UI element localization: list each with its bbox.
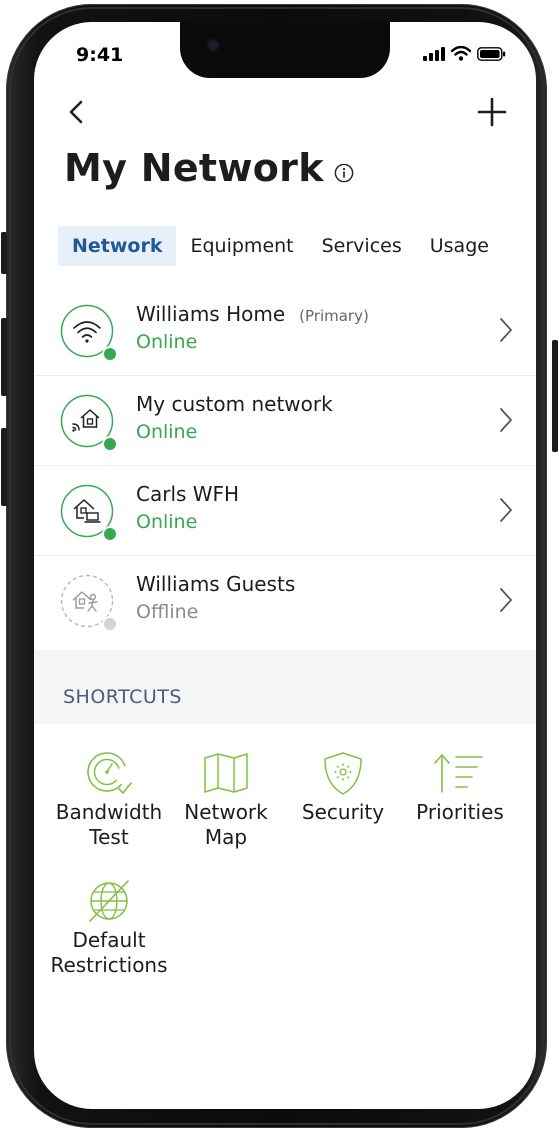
network-item-williams-home[interactable]: Williams Home (Primary) Online — [34, 286, 536, 376]
network-status: Online — [136, 421, 198, 443]
tab-bar: Network Equipment Services Usage — [58, 226, 503, 266]
back-button[interactable] — [64, 94, 90, 130]
shortcut-bandwidth-test[interactable]: Bandwidth Test — [47, 750, 171, 850]
network-status: Online — [136, 511, 198, 533]
shortcut-label-line2: Restrictions — [50, 953, 168, 977]
shortcuts-header: SHORTCUTS — [34, 650, 536, 724]
page-title: My Network — [64, 146, 324, 190]
shortcut-label: Default Restrictions — [47, 928, 171, 978]
side-button — [552, 340, 558, 452]
page-title-row: My Network — [64, 146, 354, 190]
camera — [208, 40, 218, 50]
shortcut-default-restrictions[interactable]: Default Restrictions — [47, 878, 171, 978]
shortcut-label-line1: Bandwidth — [55, 800, 163, 824]
tab-usage[interactable]: Usage — [416, 226, 503, 266]
network-item-carls-wfh[interactable]: Carls WFH Online — [34, 466, 536, 556]
battery-icon — [477, 47, 506, 61]
shortcut-label: Bandwidth Test — [47, 800, 171, 850]
info-icon[interactable] — [334, 163, 354, 183]
status-dot — [102, 346, 118, 362]
chevron-right-icon — [500, 498, 512, 522]
network-list: Williams Home (Primary) Online My custom … — [34, 286, 536, 645]
map-icon — [204, 753, 248, 793]
chevron-right-icon — [500, 408, 512, 432]
status-dot — [102, 436, 118, 452]
shortcut-label-line1: Security — [301, 800, 385, 824]
side-button — [1, 428, 7, 506]
tab-equipment[interactable]: Equipment — [176, 226, 307, 266]
shortcut-label: Security — [281, 800, 405, 825]
chevron-right-icon — [500, 588, 512, 612]
wifi-status-icon — [451, 46, 471, 61]
network-status: Online — [136, 331, 198, 353]
add-network-button[interactable] — [474, 94, 510, 130]
shortcut-label-line2: Test — [89, 825, 129, 849]
network-item-my-custom-network[interactable]: My custom network Online — [34, 376, 536, 466]
globe-restricted-icon — [89, 880, 129, 922]
shortcut-label-line1: Default — [72, 928, 146, 952]
shortcuts-label: SHORTCUTS — [63, 686, 182, 708]
shortcut-network-map[interactable]: Network Map — [164, 750, 288, 850]
notch — [180, 22, 390, 78]
network-item-williams-guests[interactable]: Williams Guests Offline — [34, 556, 536, 645]
network-name: My custom network — [136, 392, 333, 416]
shortcut-label-line1: Priorities — [416, 800, 504, 824]
chevron-right-icon — [500, 318, 512, 342]
primary-tag: (Primary) — [299, 307, 369, 325]
shortcut-security[interactable]: Security — [281, 750, 405, 825]
status-dot — [102, 616, 118, 632]
network-name: Carls WFH — [136, 482, 240, 506]
status-time: 9:41 — [76, 44, 124, 66]
network-name: Williams Guests — [136, 572, 296, 596]
priorities-icon — [434, 754, 483, 793]
side-button — [1, 318, 7, 396]
shortcut-priorities[interactable]: Priorities — [398, 750, 522, 825]
speedometer-icon — [87, 752, 132, 794]
shield-icon — [324, 752, 362, 795]
tab-network[interactable]: Network — [58, 226, 177, 266]
network-name-text: Williams Home — [136, 302, 286, 326]
shortcut-label-line2: Map — [204, 825, 248, 849]
signal-icon — [423, 47, 445, 61]
status-icons — [423, 46, 506, 61]
app-screen: 9:41 My Network Network Equipment Servic… — [34, 22, 536, 1109]
status-dot — [102, 526, 118, 542]
shortcut-label: Network Map — [164, 800, 288, 850]
side-button — [1, 232, 7, 274]
network-status: Offline — [136, 601, 199, 623]
shortcut-label: Priorities — [398, 800, 522, 825]
network-name: Williams Home (Primary) — [136, 302, 369, 326]
shortcut-label-line1: Network — [184, 800, 268, 824]
tab-services[interactable]: Services — [308, 226, 416, 266]
